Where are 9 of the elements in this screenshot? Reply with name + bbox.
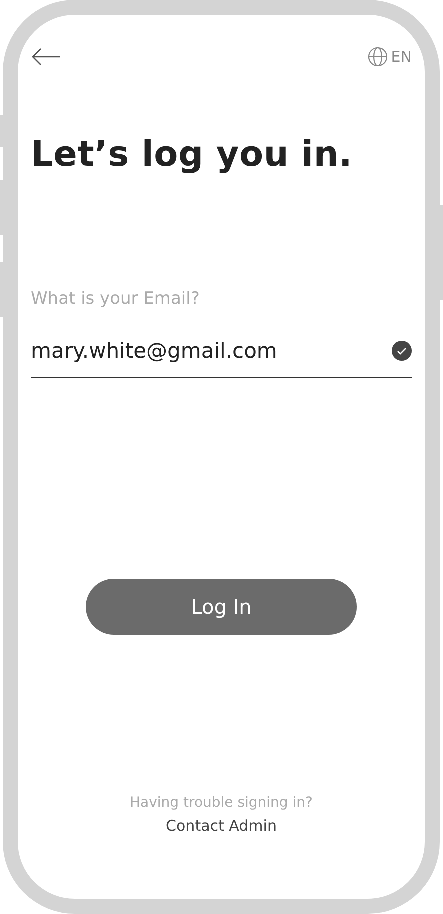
login-button[interactable]: Log In: [86, 579, 357, 635]
globe-icon[interactable]: [368, 47, 388, 67]
contact-admin-link[interactable]: Contact Admin: [166, 817, 277, 835]
help-text: Having trouble signing in?: [129, 795, 314, 811]
back-arrow-icon[interactable]: [31, 47, 61, 67]
page-title: Let’s log you in.: [31, 135, 354, 175]
email-field[interactable]: mary.white@gmail.com: [31, 339, 412, 378]
email-label: What is your Email?: [31, 289, 201, 309]
language-label[interactable]: EN: [391, 48, 412, 66]
